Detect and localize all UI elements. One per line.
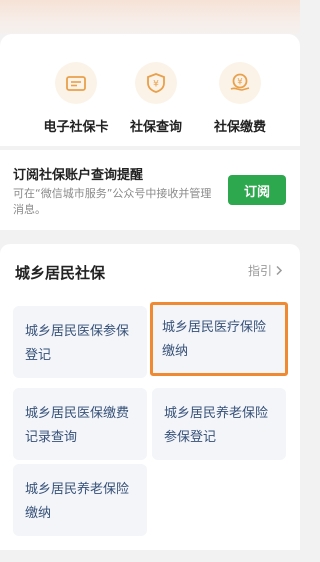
guide-link[interactable]: 指引	[248, 262, 283, 279]
tile-pension-insurance-payment[interactable]: 城乡居民养老保险缴纳	[13, 464, 147, 536]
guide-label: 指引	[248, 264, 273, 278]
service-payment[interactable]: ¥ 社保缴费	[195, 62, 285, 135]
section-title: 城乡居民社保	[15, 264, 106, 282]
svg-text:¥: ¥	[237, 77, 243, 87]
top-banner	[0, 0, 300, 34]
tile-pension-insurance-registration[interactable]: 城乡居民养老保险参保登记	[152, 388, 286, 460]
subscribe-title: 订阅社保账户查询提醒	[13, 168, 144, 183]
subscribe-button[interactable]: 订阅	[228, 175, 286, 205]
tile-medical-insurance-payment[interactable]: 城乡居民医疗保险缴纳	[150, 302, 288, 376]
coin-hand-icon: ¥	[219, 62, 261, 104]
bottom-strip	[0, 550, 300, 562]
card-icon	[55, 62, 97, 104]
service-query[interactable]: ¥ 社保查询	[111, 62, 201, 135]
tile-medical-insurance-registration[interactable]: 城乡居民医保参保登记	[13, 306, 147, 378]
shield-yen-icon: ¥	[135, 62, 177, 104]
quick-services-card: 电子社保卡 ¥ 社保查询 ¥ 社保缴费	[0, 34, 300, 146]
service-label: 社保缴费	[213, 120, 266, 135]
tile-medical-payment-record-query[interactable]: 城乡居民医保缴费记录查询	[13, 388, 147, 460]
svg-text:¥: ¥	[153, 80, 159, 90]
service-label: 社保查询	[129, 120, 182, 135]
service-label: 电子社保卡	[43, 120, 109, 135]
subscribe-description: 可在“微信城市服务”公众号中接收并管理消息。	[13, 187, 212, 216]
service-e-card[interactable]: 电子社保卡	[31, 62, 121, 135]
chevron-right-icon	[276, 265, 283, 276]
